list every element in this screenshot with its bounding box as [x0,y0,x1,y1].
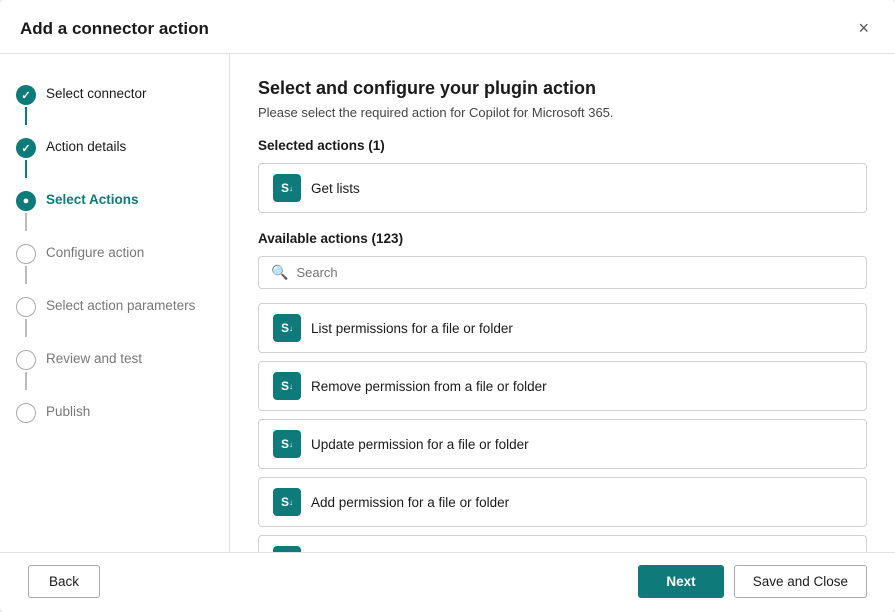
selected-actions-label: Selected actions (1) [258,138,867,153]
modal-title: Add a connector action [20,19,209,39]
step-circle-4 [16,244,36,264]
step-label-select-action-parameters: Select action parameters [46,296,195,316]
list-item-icon: S↓ [273,430,301,458]
step-indicator-4 [16,244,36,284]
search-container: 🔍 [258,256,867,289]
search-input[interactable] [296,265,854,280]
step-indicator-6 [16,350,36,390]
footer-right-buttons: Next Save and Close [638,565,867,598]
step-line-6 [25,372,27,390]
step-indicator-5 [16,297,36,337]
save-close-button[interactable]: Save and Close [734,565,867,598]
sidebar-item-action-details[interactable]: ✓ Action details [0,131,229,184]
step-indicator-1: ✓ [16,85,36,125]
sidebar-item-publish[interactable]: Publish [0,396,229,429]
step-indicator-3: ● [16,191,36,231]
back-button[interactable]: Back [28,565,100,598]
step-label-action-details: Action details [46,137,126,157]
sidebar-item-select-actions[interactable]: ● Select Actions [0,184,229,237]
list-item[interactable]: S↓ Add permission for a file or folder [258,477,867,527]
list-item-label: Update permission for a file or folder [311,437,529,452]
selected-action-label: Get lists [311,181,360,196]
modal-footer: Back Next Save and Close [0,552,895,612]
modal-header: Add a connector action × [0,0,895,54]
list-item-icon: S↓ [273,372,301,400]
list-item-label: Remove permission from a file or folder [311,379,547,394]
list-item[interactable]: S↓ Remove item from a file or folder [258,535,867,552]
step-line-2 [25,160,27,178]
step-circle-7 [16,403,36,423]
step-circle-6 [16,350,36,370]
next-button[interactable]: Next [638,565,723,598]
page-title: Select and configure your plugin action [258,78,867,99]
step-line-1 [25,107,27,125]
selected-action-icon: S↓ [273,174,301,202]
step-label-publish: Publish [46,402,90,422]
step-indicator-2: ✓ [16,138,36,178]
main-content: Select and configure your plugin action … [230,54,895,552]
selected-action-card[interactable]: S↓ Get lists [258,163,867,213]
step-line-3 [25,213,27,231]
available-actions-list: S↓ List permissions for a file or folder… [258,303,867,552]
add-connector-action-modal: Add a connector action × ✓ Select connec… [0,0,895,612]
step-line-5 [25,319,27,337]
list-item[interactable]: S↓ Update permission for a file or folde… [258,419,867,469]
sidebar-item-configure-action[interactable]: Configure action [0,237,229,290]
step-label-review-and-test: Review and test [46,349,142,369]
step-circle-5 [16,297,36,317]
list-item[interactable]: S↓ Remove permission from a file or fold… [258,361,867,411]
step-circle-2: ✓ [16,138,36,158]
sidebar-item-select-action-parameters[interactable]: Select action parameters [0,290,229,343]
sidebar: ✓ Select connector ✓ Action details [0,54,230,552]
page-subtitle: Please select the required action for Co… [258,105,867,120]
list-item-icon: S↓ [273,314,301,342]
step-label-select-connector: Select connector [46,84,147,104]
modal-body: ✓ Select connector ✓ Action details [0,54,895,552]
list-item[interactable]: S↓ List permissions for a file or folder [258,303,867,353]
step-label-configure-action: Configure action [46,243,144,263]
step-circle-3: ● [16,191,36,211]
sidebar-item-select-connector[interactable]: ✓ Select connector [0,78,229,131]
list-item-label: List permissions for a file or folder [311,321,513,336]
sidebar-item-review-and-test[interactable]: Review and test [0,343,229,396]
step-circle-1: ✓ [16,85,36,105]
close-button[interactable]: × [852,16,875,41]
search-icon: 🔍 [271,264,288,281]
step-indicator-7 [16,403,36,423]
available-actions-label: Available actions (123) [258,231,867,246]
step-line-4 [25,266,27,284]
list-item-icon: S↓ [273,488,301,516]
step-label-select-actions: Select Actions [46,190,139,210]
list-item-label: Add permission for a file or folder [311,495,509,510]
